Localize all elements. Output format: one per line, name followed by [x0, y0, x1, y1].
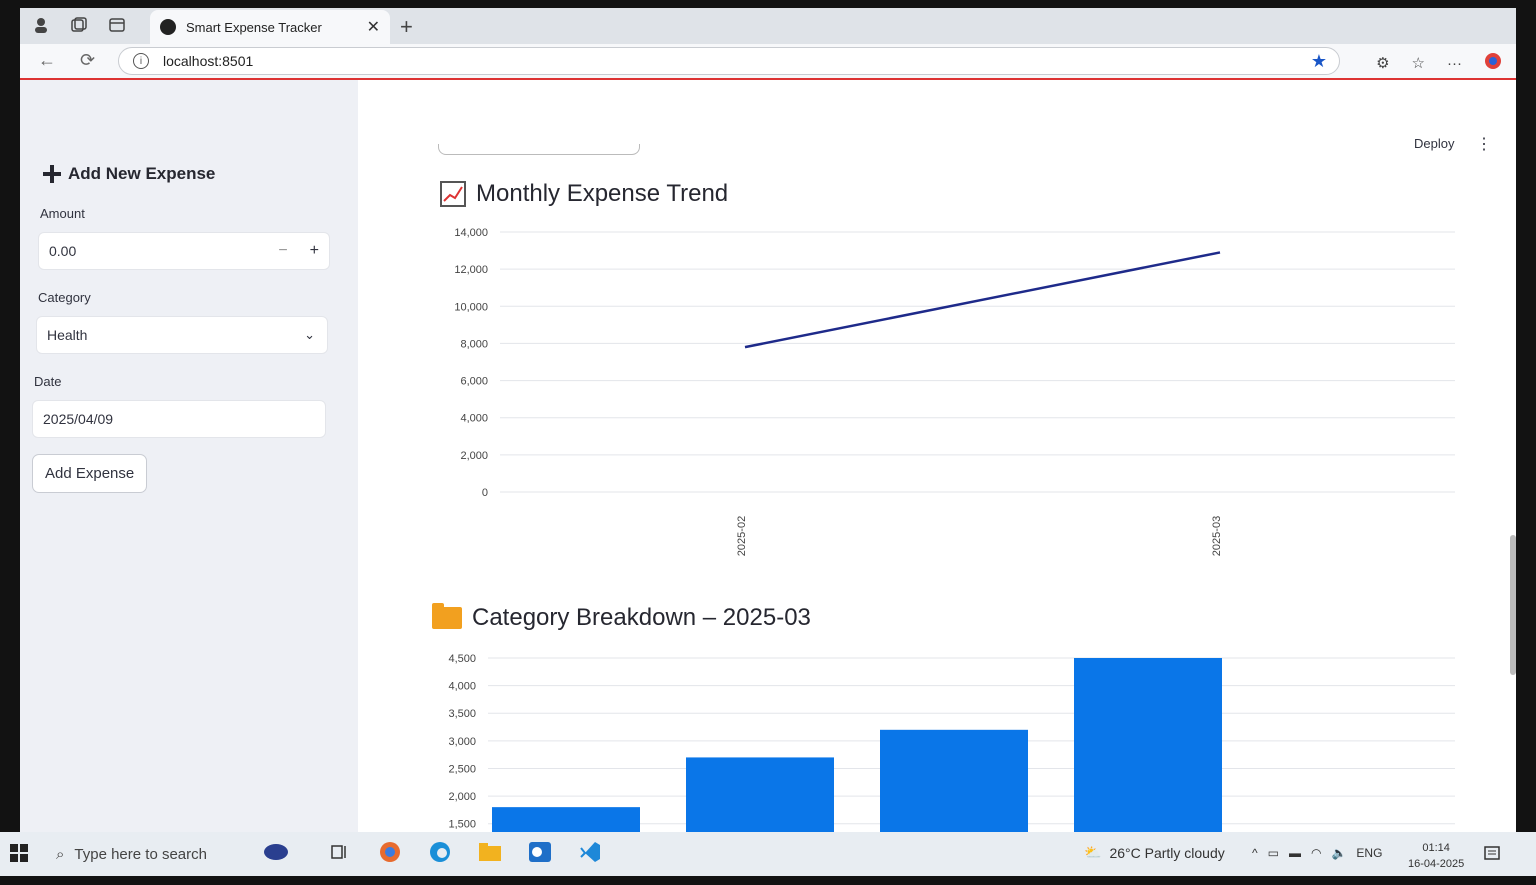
- battery-icon[interactable]: ▬: [1289, 846, 1301, 860]
- category-breakdown-chart: 1,500 2,000 2,500 3,000 3,500 4,000 4,500: [448, 653, 1455, 832]
- bar: [880, 729, 1028, 832]
- notifications-icon[interactable]: [1484, 846, 1500, 867]
- file-explorer-icon[interactable]: [476, 838, 504, 866]
- bar: [1074, 658, 1222, 832]
- outlook-icon[interactable]: [526, 838, 554, 866]
- workspaces-icon[interactable]: [68, 14, 90, 36]
- wifi-icon[interactable]: ◠: [1311, 846, 1321, 860]
- vscode-icon[interactable]: [576, 838, 604, 866]
- clock-time: 01:14: [1422, 842, 1450, 854]
- sidebar-title-text: Add New Expense: [68, 164, 216, 183]
- bar: [686, 757, 834, 832]
- series-line: [744, 251, 1221, 349]
- y-tick-label: 2,500: [448, 763, 476, 775]
- streamlit-app: Add New Expense Amount 0.00 − + Category…: [20, 80, 1516, 832]
- tab-actions-icon[interactable]: [106, 14, 128, 36]
- date-input[interactable]: 2025/04/09: [32, 400, 326, 438]
- language-indicator[interactable]: ENG: [1356, 846, 1382, 860]
- search-highlight-icon[interactable]: [262, 838, 290, 866]
- chevron-down-icon: ⌄: [304, 327, 315, 342]
- copilot-icon[interactable]: [1484, 52, 1502, 74]
- new-tab-icon[interactable]: +: [400, 14, 413, 40]
- y-tick-label: 4,000: [448, 681, 476, 693]
- y-tick-label: 3,000: [448, 736, 476, 748]
- monthly-trend-chart: 0 2,000 4,000 6,000 8,000 10,000 12,000 14,000 2…: [454, 227, 1455, 556]
- category-value: Health: [47, 327, 88, 343]
- meet-now-icon[interactable]: ▭: [1268, 846, 1279, 860]
- sidebar: Add New Expense Amount 0.00 − + Category…: [20, 80, 358, 832]
- y-tick-label: 14,000: [454, 227, 488, 239]
- profile-icon[interactable]: [30, 14, 52, 36]
- volume-icon[interactable]: 🔈: [1331, 846, 1346, 860]
- main-menu-icon[interactable]: ⋮: [1476, 134, 1492, 154]
- plus-icon: [43, 165, 61, 183]
- date-label: Date: [34, 374, 62, 389]
- y-tick-label: 3,500: [448, 708, 476, 720]
- chart-increasing-icon: [440, 181, 466, 207]
- partly-cloudy-icon: ⛅: [1084, 844, 1102, 860]
- weather-text: 26°C Partly cloudy: [1109, 844, 1225, 861]
- y-tick-label: 0: [482, 487, 488, 499]
- close-tab-icon[interactable]: ✕: [367, 17, 380, 37]
- edge-icon[interactable]: [426, 838, 454, 866]
- bar: [492, 807, 640, 832]
- add-expense-button[interactable]: Add Expense: [32, 454, 148, 493]
- increment-button[interactable]: +: [310, 242, 319, 260]
- trend-title-text: Monthly Expense Trend: [476, 180, 729, 207]
- previous-widget-edge: [438, 144, 640, 155]
- deploy-button[interactable]: Deploy: [1414, 136, 1454, 151]
- refresh-icon[interactable]: ⟳: [80, 50, 95, 71]
- task-view-icon[interactable]: [326, 838, 354, 866]
- sidebar-title: Add New Expense: [42, 164, 215, 184]
- windows-taskbar: ⌕ Type here to search ⛅ 26°C Partly clou…: [0, 832, 1536, 876]
- url-text: localhost:8501: [163, 53, 254, 69]
- amount-input[interactable]: 0.00 − +: [38, 232, 330, 270]
- url-field[interactable]: i localhost:8501 ★: [118, 47, 1340, 75]
- taskbar-search[interactable]: ⌕ Type here to search: [48, 838, 266, 870]
- clock-date: 16-04-2025: [1408, 858, 1465, 870]
- tab-title: Smart Expense Tracker: [186, 19, 322, 35]
- extensions-icon[interactable]: ⚙: [1376, 54, 1389, 72]
- y-tick-label: 10,000: [454, 301, 488, 313]
- search-icon: ⌕: [56, 845, 65, 863]
- back-arrow-icon[interactable]: ←: [38, 50, 56, 71]
- y-tick-label: 8,000: [460, 338, 488, 350]
- y-tick-label: 2,000: [448, 791, 476, 803]
- breakdown-title: Category Breakdown – 2025-03: [432, 603, 811, 632]
- date-value: 2025/04/09: [43, 411, 114, 427]
- y-tick-label: 4,500: [448, 653, 476, 665]
- y-tick-label: 4,000: [460, 413, 488, 425]
- y-tick-label: 12,000: [454, 264, 488, 276]
- favorite-star-icon[interactable]: ★: [1311, 51, 1327, 72]
- decrement-button[interactable]: −: [278, 242, 287, 260]
- search-placeholder: Type here to search: [74, 845, 207, 863]
- category-select[interactable]: Health ⌄: [36, 316, 328, 354]
- x-tick-label: 2025-02: [736, 516, 748, 556]
- amount-label: Amount: [40, 206, 85, 221]
- trend-title: Monthly Expense Trend: [440, 180, 728, 208]
- y-tick-label: 2,000: [460, 450, 488, 462]
- tab-smart-expense-tracker[interactable]: Smart Expense Tracker ✕: [150, 10, 390, 44]
- copilot-taskbar-icon[interactable]: [376, 838, 404, 866]
- chevron-up-icon[interactable]: ^: [1252, 846, 1258, 860]
- scrollbar[interactable]: [1510, 535, 1516, 675]
- favorites-icon[interactable]: ☆: [1412, 54, 1425, 72]
- info-icon[interactable]: i: [133, 53, 149, 69]
- taskbar-clock[interactable]: 01:14 16-04-2025: [1408, 840, 1464, 872]
- category-label: Category: [38, 290, 91, 305]
- folder-icon: [432, 603, 462, 629]
- streamlit-icon: [160, 19, 176, 35]
- y-tick-label: 1,500: [448, 819, 476, 831]
- system-tray: ^ ▭ ▬ ◠ 🔈 ENG: [1252, 846, 1382, 860]
- weather-widget[interactable]: ⛅ 26°C Partly cloudy: [1084, 844, 1225, 861]
- browser-tab-bar: Smart Expense Tracker ✕ +: [20, 8, 1516, 44]
- x-tick-label: 2025-03: [1211, 516, 1223, 556]
- more-options-icon[interactable]: ···: [1447, 55, 1462, 72]
- windows-start-icon[interactable]: [10, 844, 28, 867]
- amount-value: 0.00: [49, 243, 77, 259]
- y-tick-label: 6,000: [460, 376, 488, 388]
- breakdown-title-text: Category Breakdown – 2025-03: [472, 604, 811, 631]
- address-bar-row: ← ⟳ i localhost:8501 ★ ⚙ ☆ ···: [20, 44, 1516, 78]
